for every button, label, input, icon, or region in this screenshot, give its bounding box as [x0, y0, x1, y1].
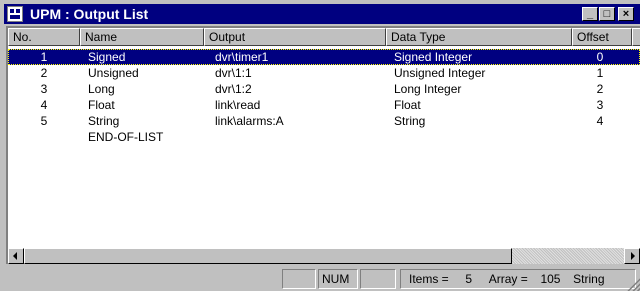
table-row[interactable]: 1 Signed dvr\timer1 Signed Integer 0	[8, 49, 640, 65]
close-icon: ×	[622, 8, 630, 20]
column-header-offset[interactable]: Offset	[572, 28, 632, 46]
column-header-filler	[632, 28, 640, 46]
column-header-output[interactable]: Output	[204, 28, 386, 46]
cell-offset: 1	[596, 66, 604, 80]
column-header-name[interactable]: Name	[80, 28, 204, 46]
status-pane-empty	[282, 269, 316, 289]
table-row[interactable]: 2 Unsigned dvr\1:1 Unsigned Integer 1	[8, 65, 640, 81]
maximize-icon: □	[603, 8, 611, 20]
table-row[interactable]: 4 Float link\read Float 3	[8, 97, 640, 113]
array-value: 105	[540, 272, 561, 286]
cell-output: link\read	[215, 98, 261, 112]
cell-output: link\alarms:A	[215, 114, 284, 128]
close-button[interactable]: ×	[618, 7, 634, 21]
array-label: Array =	[488, 272, 528, 286]
cell-offset: 4	[596, 114, 604, 128]
app-icon[interactable]	[7, 6, 23, 22]
column-header-no[interactable]: No.	[8, 28, 80, 46]
output-list-window: UPM : Output List _ □ × No. Name Output …	[0, 0, 640, 291]
items-label: Items =	[409, 272, 449, 286]
table-row[interactable]: 5 String link\alarms:A String 4	[8, 113, 640, 129]
title-bar[interactable]: UPM : Output List _ □ ×	[4, 4, 640, 24]
cell-data-type: Unsigned Integer	[394, 66, 486, 80]
cell-data-type: Float	[394, 98, 421, 112]
cell-name: Float	[88, 98, 115, 112]
end-of-list-row[interactable]: END-OF-LIST	[8, 129, 640, 145]
cell-offset: 2	[596, 82, 604, 96]
minimize-button[interactable]: _	[582, 7, 598, 21]
cell-offset: 0	[596, 50, 604, 64]
output-list[interactable]: No. Name Output Data Type Offset 1 Signe…	[6, 26, 640, 264]
cell-no: 2	[40, 66, 48, 80]
status-bar: NUM Items = 5 Array = 105 String	[0, 267, 640, 291]
cell-name: Long	[88, 82, 115, 96]
cell-no: 1	[40, 50, 48, 64]
horizontal-scrollbar[interactable]	[8, 248, 640, 264]
scroll-right-arrow-icon[interactable]	[624, 248, 640, 264]
cell-name: String	[88, 114, 120, 128]
type-value: String	[573, 272, 605, 286]
cell-no: 4	[40, 98, 48, 112]
status-pane-empty	[360, 269, 396, 289]
cell-no: 3	[40, 82, 48, 96]
cell-data-type: String	[394, 114, 426, 128]
scroll-thumb[interactable]	[24, 248, 512, 264]
table-row[interactable]: 3 Long dvr\1:2 Long Integer 2	[8, 81, 640, 97]
num-lock-indicator: NUM	[318, 269, 358, 289]
scroll-left-arrow-icon[interactable]	[8, 248, 24, 264]
end-of-list-marker: END-OF-LIST	[88, 130, 164, 144]
cell-output: dvr\1:2	[215, 82, 252, 96]
cell-name: Unsigned	[88, 66, 139, 80]
list-rows: 1 Signed dvr\timer1 Signed Integer 0 2 U…	[8, 46, 640, 246]
cell-name: Signed	[88, 50, 126, 64]
column-header-data-type[interactable]: Data Type	[386, 28, 572, 46]
cell-data-type: Long Integer	[394, 82, 462, 96]
maximize-button[interactable]: □	[599, 7, 615, 21]
cell-output: dvr\1:1	[215, 66, 252, 80]
minimize-icon: _	[586, 8, 594, 20]
resize-grip-icon[interactable]	[626, 277, 640, 291]
items-value: 5	[465, 272, 473, 286]
cell-data-type: Signed Integer	[394, 50, 473, 64]
items-status-pane: Items = 5 Array = 105 String	[400, 269, 636, 289]
cell-no: 5	[40, 114, 48, 128]
cell-offset: 3	[596, 98, 604, 112]
list-header: No. Name Output Data Type Offset	[8, 28, 640, 46]
cell-output: dvr\timer1	[215, 50, 269, 64]
window-title: UPM : Output List	[30, 6, 149, 22]
